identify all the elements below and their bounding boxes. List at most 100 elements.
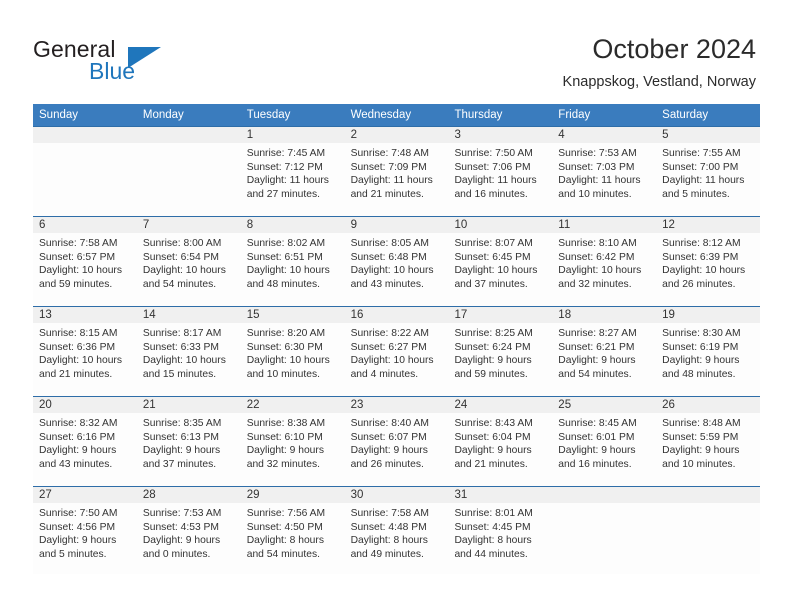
calendar-day-cell[interactable]: 15 Sunrise: 8:20 AM Sunset: 6:30 PM Dayligh… xyxy=(241,307,345,396)
calendar-day-cell[interactable]: 4 Sunrise: 7:53 AM Sunset: 7:03 PM Daylight… xyxy=(552,127,656,216)
daylight-text: Daylight: 9 hours and 0 minutes. xyxy=(142,535,221,560)
sunset-text: Sunset: 4:53 PM xyxy=(142,521,219,533)
calendar-day-cell[interactable]: 25 Sunrise: 8:45 AM Sunset: 6:01 PM Dayligh… xyxy=(552,397,656,486)
calendar-day-cell[interactable]: 10 Sunrise: 8:07 AM Sunset: 6:45 PM Dayligh… xyxy=(448,217,552,306)
calendar-day-cell[interactable]: 29 Sunrise: 7:56 AM Sunset: 4:50 PM Dayligh… xyxy=(241,487,345,574)
weekday-header-wednesday: Wednesday xyxy=(350,109,412,121)
calendar-day-cell[interactable]: 16 Sunrise: 8:22 AM Sunset: 6:27 PM Dayligh… xyxy=(345,307,449,396)
day-number: 18 xyxy=(558,309,572,321)
sunrise-text: Sunrise: 7:45 AM xyxy=(246,148,326,159)
daylight-text: Daylight: 9 hours and 37 minutes. xyxy=(142,445,221,470)
sunset-text: Sunset: 6:57 PM xyxy=(39,251,116,263)
calendar-day-cell[interactable]: 9 Sunrise: 8:05 AM Sunset: 6:48 PM Daylight… xyxy=(345,217,449,306)
calendar-day-cell[interactable]: 27 Sunrise: 7:50 AM Sunset: 4:56 PM Dayligh… xyxy=(33,487,137,574)
day-sun-info: Sunrise: 8:07 AM Sunset: 6:45 PM Daylight:… xyxy=(454,237,546,291)
calendar-day-cell[interactable]: 26 Sunrise: 8:48 AM Sunset: 5:59 PM Dayligh… xyxy=(656,397,760,486)
day-sun-info: Sunrise: 8:25 AM Sunset: 6:24 PM Daylight:… xyxy=(454,327,546,381)
page-header: General Blue October 2024 Knappskog, Ves… xyxy=(0,0,792,100)
calendar-day-cell[interactable]: 21 Sunrise: 8:35 AM Sunset: 6:13 PM Dayligh… xyxy=(137,397,241,486)
calendar-day-cell[interactable]: 17 Sunrise: 8:25 AM Sunset: 6:24 PM Dayligh… xyxy=(448,307,552,396)
sunrise-text: Sunrise: 8:17 AM xyxy=(142,328,222,339)
daylight-text: Daylight: 8 hours and 54 minutes. xyxy=(246,535,324,560)
day-sun-info: Sunrise: 7:50 AM Sunset: 4:56 PM Daylight:… xyxy=(39,507,131,561)
sunset-text: Sunset: 6:51 PM xyxy=(246,251,323,263)
calendar-week-row: 1 Sunrise: 7:45 AM Sunset: 7:12 PM Daylight… xyxy=(33,126,760,216)
day-sun-info: Sunrise: 8:12 AM Sunset: 6:39 PM Daylight:… xyxy=(662,237,754,291)
weekday-header-thursday: Thursday xyxy=(454,109,503,121)
calendar-day-cell[interactable]: 20 Sunrise: 8:32 AM Sunset: 6:16 PM Dayligh… xyxy=(33,397,137,486)
sunrise-text: Sunrise: 7:58 AM xyxy=(39,238,118,249)
sunrise-text: Sunrise: 8:38 AM xyxy=(246,418,326,429)
sunrise-text: Sunrise: 8:20 AM xyxy=(246,328,326,339)
calendar-day-cell[interactable]: 3 Sunrise: 7:50 AM Sunset: 7:06 PM Daylight… xyxy=(448,127,552,216)
sunrise-text: Sunrise: 8:25 AM xyxy=(454,328,533,339)
sunset-text: Sunset: 6:24 PM xyxy=(454,341,531,353)
sunset-text: Sunset: 6:30 PM xyxy=(246,341,323,353)
calendar-day-cell[interactable]: 14 Sunrise: 8:17 AM Sunset: 6:33 PM Dayligh… xyxy=(137,307,241,396)
sunrise-text: Sunrise: 7:55 AM xyxy=(662,148,741,159)
sunset-text: Sunset: 7:09 PM xyxy=(350,161,427,173)
day-number: 2 xyxy=(350,129,357,141)
day-sun-info: Sunrise: 7:58 AM Sunset: 6:57 PM Daylight:… xyxy=(39,237,131,291)
calendar-day-cell[interactable]: 6 Sunrise: 7:58 AM Sunset: 6:57 PM Daylight… xyxy=(33,217,137,306)
sunset-text: Sunset: 6:16 PM xyxy=(39,431,116,443)
daylight-text: Daylight: 9 hours and 54 minutes. xyxy=(558,355,636,380)
day-sun-info: Sunrise: 7:53 AM Sunset: 4:53 PM Daylight:… xyxy=(143,507,235,561)
day-number: 23 xyxy=(350,399,364,411)
day-number: 11 xyxy=(558,219,571,231)
day-number: 14 xyxy=(142,309,156,321)
calendar-day-cell[interactable]: 23 Sunrise: 8:40 AM Sunset: 6:07 PM Dayligh… xyxy=(345,397,449,486)
daylight-text: Daylight: 10 hours and 10 minutes. xyxy=(246,355,330,380)
daylight-text: Daylight: 10 hours and 21 minutes. xyxy=(39,355,122,380)
calendar-week-row: 27 Sunrise: 7:50 AM Sunset: 4:56 PM Dayligh… xyxy=(33,486,760,574)
day-sun-info: Sunrise: 8:40 AM Sunset: 6:07 PM Daylight:… xyxy=(351,417,443,471)
calendar-day-cell[interactable]: 31 Sunrise: 8:01 AM Sunset: 4:45 PM Dayligh… xyxy=(448,487,552,574)
sunset-text: Sunset: 7:03 PM xyxy=(558,161,635,173)
daylight-text: Daylight: 11 hours and 27 minutes. xyxy=(246,175,329,200)
day-number: 21 xyxy=(142,399,156,411)
calendar-day-cell[interactable]: 19 Sunrise: 8:30 AM Sunset: 6:19 PM Dayligh… xyxy=(656,307,760,396)
calendar-day-cell[interactable]: 11 Sunrise: 8:10 AM Sunset: 6:42 PM Dayligh… xyxy=(552,217,656,306)
day-sun-info: Sunrise: 8:22 AM Sunset: 6:27 PM Daylight:… xyxy=(351,327,443,381)
day-number: 12 xyxy=(662,219,675,231)
day-number: 16 xyxy=(350,309,364,321)
calendar-day-cell[interactable]: 24 Sunrise: 8:43 AM Sunset: 6:04 PM Dayligh… xyxy=(448,397,552,486)
day-number: 1 xyxy=(246,129,254,141)
page-subtitle-location: Knappskog, Vestland, Norway xyxy=(562,74,756,90)
weekday-header-saturday: Saturday xyxy=(662,109,709,121)
sunrise-text: Sunrise: 8:40 AM xyxy=(350,418,429,429)
day-sun-info: Sunrise: 8:45 AM Sunset: 6:01 PM Daylight:… xyxy=(558,417,650,471)
calendar-day-cell[interactable]: 28 Sunrise: 7:53 AM Sunset: 4:53 PM Dayligh… xyxy=(137,487,241,574)
daylight-text: Daylight: 9 hours and 16 minutes. xyxy=(558,445,636,470)
daylight-text: Daylight: 10 hours and 32 minutes. xyxy=(558,265,642,290)
weekday-header-row: Sunday Monday Tuesday Wednesday Thursday Frid… xyxy=(33,104,760,126)
calendar-day-cell-empty xyxy=(656,487,760,574)
calendar-day-cell[interactable]: 22 Sunrise: 8:38 AM Sunset: 6:10 PM Dayligh… xyxy=(241,397,345,486)
calendar-weeks: 1 Sunrise: 7:45 AM Sunset: 7:12 PM Daylight… xyxy=(33,126,760,574)
sunrise-text: Sunrise: 7:48 AM xyxy=(350,148,429,159)
calendar-day-cell[interactable]: 13 Sunrise: 8:15 AM Sunset: 6:36 PM Dayligh… xyxy=(33,307,137,396)
calendar-day-cell[interactable]: 2 Sunrise: 7:48 AM Sunset: 7:09 PM Daylight… xyxy=(345,127,449,216)
weekday-header-tuesday: Tuesday xyxy=(246,109,291,121)
title-block: October 2024 Knappskog, Vestland, Norway xyxy=(563,32,756,91)
sunset-text: Sunset: 5:59 PM xyxy=(662,431,739,443)
calendar-day-cell[interactable]: 5 Sunrise: 7:55 AM Sunset: 7:00 PM Daylight… xyxy=(656,127,760,216)
calendar-day-cell[interactable]: 30 Sunrise: 7:58 AM Sunset: 4:48 PM Dayligh… xyxy=(345,487,449,574)
calendar-day-cell[interactable]: 8 Sunrise: 8:02 AM Sunset: 6:51 PM Daylight… xyxy=(241,217,345,306)
brand-logo[interactable]: General Blue xyxy=(33,36,253,92)
sunrise-text: Sunrise: 7:50 AM xyxy=(39,508,118,519)
calendar-day-cell-empty xyxy=(33,127,137,216)
calendar-day-cell[interactable]: 18 Sunrise: 8:27 AM Sunset: 6:21 PM Dayligh… xyxy=(552,307,656,396)
day-sun-info: Sunrise: 8:00 AM Sunset: 6:54 PM Daylight:… xyxy=(143,237,235,291)
sunset-text: Sunset: 6:10 PM xyxy=(246,431,323,443)
day-sun-info: Sunrise: 8:15 AM Sunset: 6:36 PM Daylight:… xyxy=(39,327,131,381)
sunset-text: Sunset: 6:13 PM xyxy=(142,431,219,443)
day-sun-info: Sunrise: 8:30 AM Sunset: 6:19 PM Daylight:… xyxy=(662,327,754,381)
calendar-day-cell[interactable]: 7 Sunrise: 8:00 AM Sunset: 6:54 PM Daylight… xyxy=(137,217,241,306)
calendar-day-cell[interactable]: 1 Sunrise: 7:45 AM Sunset: 7:12 PM Daylight… xyxy=(241,127,345,216)
daylight-text: Daylight: 9 hours and 43 minutes. xyxy=(39,445,117,470)
sunset-text: Sunset: 6:27 PM xyxy=(350,341,427,353)
day-sun-info: Sunrise: 7:53 AM Sunset: 7:03 PM Daylight:… xyxy=(558,147,650,201)
calendar-day-cell[interactable]: 12 Sunrise: 8:12 AM Sunset: 6:39 PM Dayligh… xyxy=(656,217,760,306)
day-number: 3 xyxy=(454,129,461,141)
